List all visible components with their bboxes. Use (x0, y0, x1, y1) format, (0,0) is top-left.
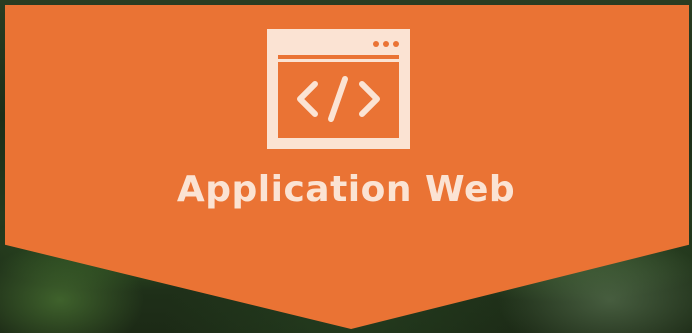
code-window-icon (267, 29, 410, 149)
banner-title: Application Web (176, 169, 516, 210)
